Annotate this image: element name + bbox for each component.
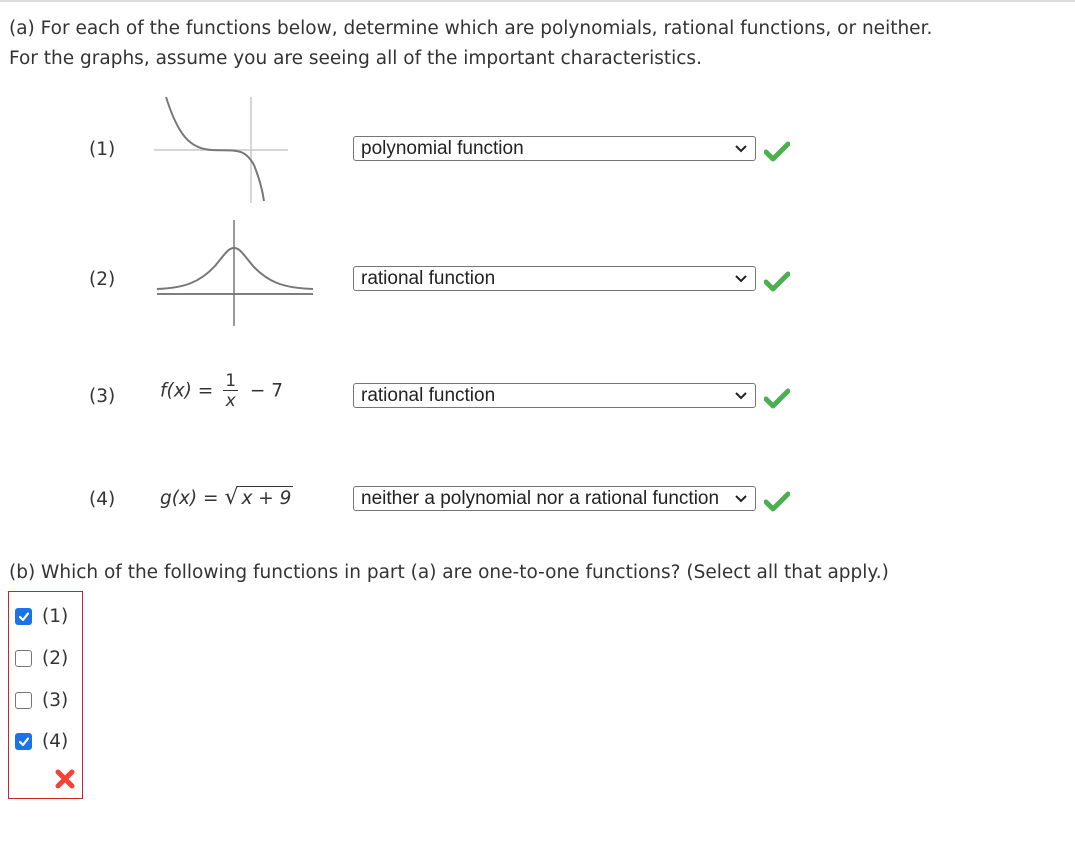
option-1-label: (1) <box>42 605 69 627</box>
chevron-down-icon <box>735 275 747 283</box>
formula-3-numerator: 1 <box>223 371 239 391</box>
option-2-label: (2) <box>42 647 69 669</box>
formula-3-name: f(x) <box>160 380 192 402</box>
square-root-sign: √ <box>224 485 239 510</box>
item-1-select[interactable]: polynomial function <box>353 136 756 161</box>
incorrect-x-icon <box>55 769 75 789</box>
formula-3-fraction: 1 x <box>223 371 239 411</box>
option-3-label: (3) <box>42 689 69 711</box>
checkmark-icon <box>18 611 30 621</box>
option-3[interactable]: (3) <box>15 688 68 712</box>
checkmark-icon <box>18 736 30 746</box>
checkbox-4-checked[interactable] <box>15 732 32 750</box>
item-1-label: (1) <box>89 139 116 160</box>
correct-check-icon <box>764 271 790 292</box>
checkbox-1-checked[interactable] <box>15 607 32 625</box>
formula-3-equals: = <box>197 380 214 402</box>
graph-1-curve <box>165 96 265 202</box>
chevron-down-icon <box>735 495 747 503</box>
part-a-prompt: (a) For each of the functions below, det… <box>9 14 932 74</box>
formula-4-name: g(x) <box>160 488 198 509</box>
graph-1-cubic <box>154 96 288 203</box>
graph-2-bell <box>156 220 314 326</box>
chevron-down-icon <box>735 145 747 153</box>
top-divider <box>0 0 1075 2</box>
formula-4: g(x) = √ x + 9 <box>160 485 294 510</box>
item-3-label: (3) <box>89 386 116 407</box>
option-2[interactable]: (2) <box>15 646 68 670</box>
part-a-prompt-line2: For the graphs, assume you are seeing al… <box>9 48 702 69</box>
formula-3-tail: − 7 <box>249 380 284 402</box>
formula-4-equals: = <box>203 488 219 509</box>
correct-check-icon <box>764 491 790 512</box>
formula-3: f(x) = 1 x − 7 <box>160 372 283 411</box>
chevron-down-icon <box>735 392 747 400</box>
part-b-prompt: (b) Which of the following functions in … <box>9 562 889 583</box>
item-2-selected-value: rational function <box>361 268 496 289</box>
formula-4-radicand: x + 9 <box>238 486 294 509</box>
item-4-selected-value: neither a polynomial nor a rational func… <box>361 488 720 509</box>
item-3-select[interactable]: rational function <box>353 383 756 408</box>
correct-check-icon <box>764 388 790 409</box>
item-2-select[interactable]: rational function <box>353 266 756 291</box>
option-4[interactable]: (4) <box>15 729 68 753</box>
correct-check-icon <box>764 141 790 162</box>
item-1-selected-value: polynomial function <box>361 138 524 159</box>
item-4-select[interactable]: neither a polynomial nor a rational func… <box>353 486 756 511</box>
item-4-label: (4) <box>89 489 116 510</box>
graph-2-curve <box>156 246 314 290</box>
part-a-prompt-line1: (a) For each of the functions below, det… <box>9 18 933 39</box>
item-2-label: (2) <box>89 269 116 290</box>
formula-3-denominator: x <box>225 391 236 411</box>
option-1[interactable]: (1) <box>15 604 68 628</box>
checkbox-2-unchecked[interactable] <box>15 649 32 667</box>
item-3-selected-value: rational function <box>361 385 496 406</box>
checkbox-3-unchecked[interactable] <box>15 691 32 709</box>
option-4-label: (4) <box>42 730 69 752</box>
